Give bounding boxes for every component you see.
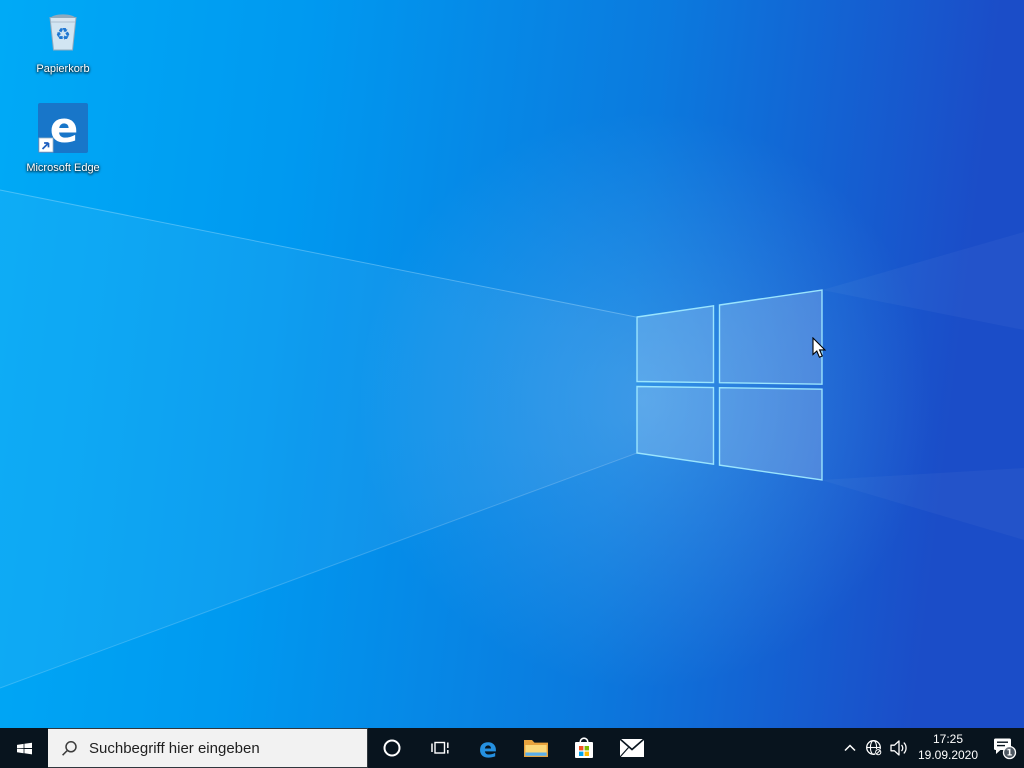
taskbar-mail-button[interactable] — [608, 728, 656, 768]
file-explorer-icon — [524, 740, 548, 757]
taskbar-search-box[interactable] — [48, 728, 368, 768]
taskbar-cortana-button[interactable] — [368, 728, 416, 768]
svg-text:e: e — [479, 733, 497, 763]
task-view-icon — [431, 741, 449, 754]
edge-icon: e — [479, 733, 497, 763]
edge-shortcut-label: Microsoft Edge — [26, 162, 100, 174]
tray-clock[interactable]: 17:25 19.09.2020 — [912, 728, 984, 768]
taskbar-store-button[interactable] — [560, 728, 608, 768]
tray-volume-button[interactable] — [886, 728, 912, 768]
microsoft-store-icon — [575, 737, 593, 758]
edge-app-icon: e — [37, 102, 89, 159]
desktop-icon-microsoft-edge[interactable]: e Microsoft Edge — [18, 102, 108, 175]
clock-time: 17:25 — [932, 732, 964, 747]
svg-text:e: e — [50, 103, 79, 152]
cortana-icon — [383, 739, 401, 757]
clock-date: 19.09.2020 — [917, 748, 979, 762]
mail-icon — [619, 738, 645, 758]
search-icon — [62, 740, 77, 756]
wallpaper-light-rays-and-logo — [0, 189, 1024, 689]
windows-desktop-screen: ♻ Papierkorb e Microsoft Edge Suchbegrif… — [0, 0, 1024, 768]
tray-show-hidden-icons-button[interactable] — [838, 728, 862, 768]
start-button[interactable] — [0, 728, 48, 768]
svg-text:♻: ♻ — [55, 25, 70, 45]
chevron-up-icon — [844, 744, 856, 752]
shortcut-arrow-icon — [38, 137, 54, 153]
speaker-icon — [890, 740, 907, 756]
search-input[interactable] — [89, 739, 357, 757]
tray-network-button[interactable] — [862, 728, 886, 768]
globe-no-internet-icon — [866, 740, 882, 756]
recycle-bin-label: Papierkorb — [36, 63, 90, 75]
action-center-button[interactable]: 1 — [984, 728, 1024, 768]
taskbar: e — [0, 728, 1024, 768]
desktop-wallpaper: ♻ Papierkorb e Microsoft Edge — [0, 0, 1024, 728]
desktop-icon-recycle-bin[interactable]: ♻ Papierkorb — [18, 7, 108, 76]
system-tray: 17:25 19.09.2020 1 — [838, 728, 1024, 768]
windows-logo-wallpaper — [636, 289, 823, 481]
taskbar-file-explorer-button[interactable] — [512, 728, 560, 768]
windows-start-icon — [16, 742, 32, 754]
notification-badge-count: 1 — [1007, 749, 1013, 759]
recycle-bin-icon: ♻ — [39, 7, 87, 60]
taskbar-task-view-button[interactable] — [416, 728, 464, 768]
notification-icon: 1 — [994, 738, 1017, 760]
taskbar-edge-button[interactable]: e — [464, 728, 512, 768]
